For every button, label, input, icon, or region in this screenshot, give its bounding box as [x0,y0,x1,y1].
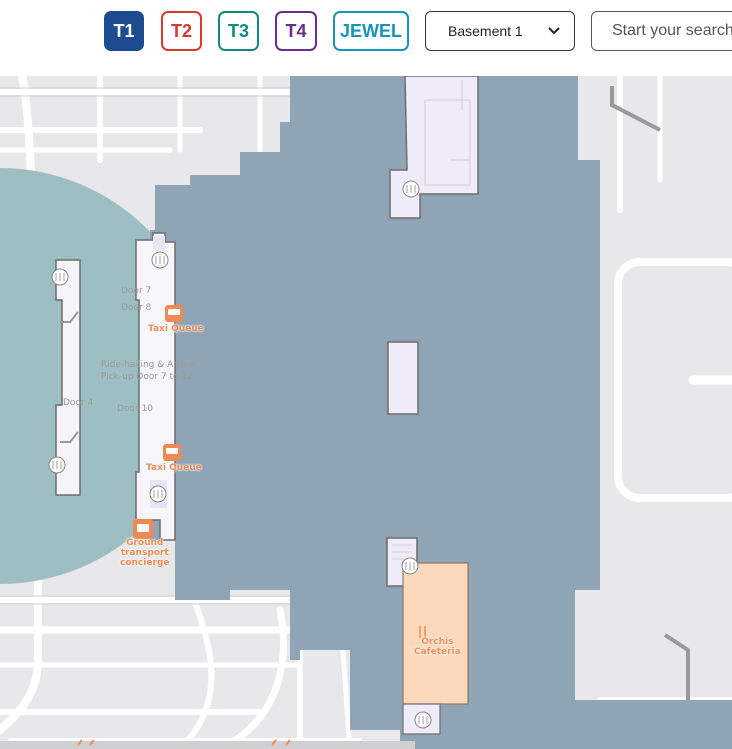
terminal-tab-t3[interactable]: T3 [218,11,259,51]
ride-hailing-label: Ride-hailing & Arrival [101,360,197,370]
terminal-tab-t4[interactable]: T4 [275,11,317,51]
cafeteria-line-1: Orchis [421,637,454,647]
door8-label: Door 8 [121,303,152,313]
terminal-tab-t2[interactable]: T2 [161,11,202,51]
door7-label: Door 7 [121,286,152,296]
terminal-tab-t1[interactable]: T1 [104,11,144,51]
map-svg [0,76,732,749]
cafeteria-area [402,562,469,705]
terminal-tab-jewel[interactable]: JEWEL [333,11,409,51]
ground-transport-label[interactable]: Ground transport concierge [120,538,169,568]
chevron-down-icon [548,27,560,35]
top-bar: T1 T2 T3 T4 JEWEL Basement 1 [0,0,732,76]
level-select-value: Basement 1 [448,23,523,39]
ground-transport-line-3: concierge [120,558,170,568]
taxi-queue-label[interactable]: Taxi Queue [148,324,204,334]
cafeteria-label[interactable]: Orchis Cafeteria [414,637,461,657]
door4-label: Door 4 [63,398,94,408]
search-input[interactable] [591,11,732,51]
map-canvas[interactable]: Door 7 Door 8 Ride-hailing & Arrival Pic… [0,76,732,749]
cafeteria-line-2: Cafeteria [414,647,461,657]
level-select[interactable]: Basement 1 [425,11,575,51]
ground-transport-line-1: Ground [126,538,164,548]
taxi-queue-label-2[interactable]: Taxi Queue [146,463,202,473]
door10-label: Door 10 [117,404,153,414]
ride-hailing-label-2: Pick-up Door 7 to 12 [101,372,193,382]
ground-transport-line-2: transport [120,548,169,558]
